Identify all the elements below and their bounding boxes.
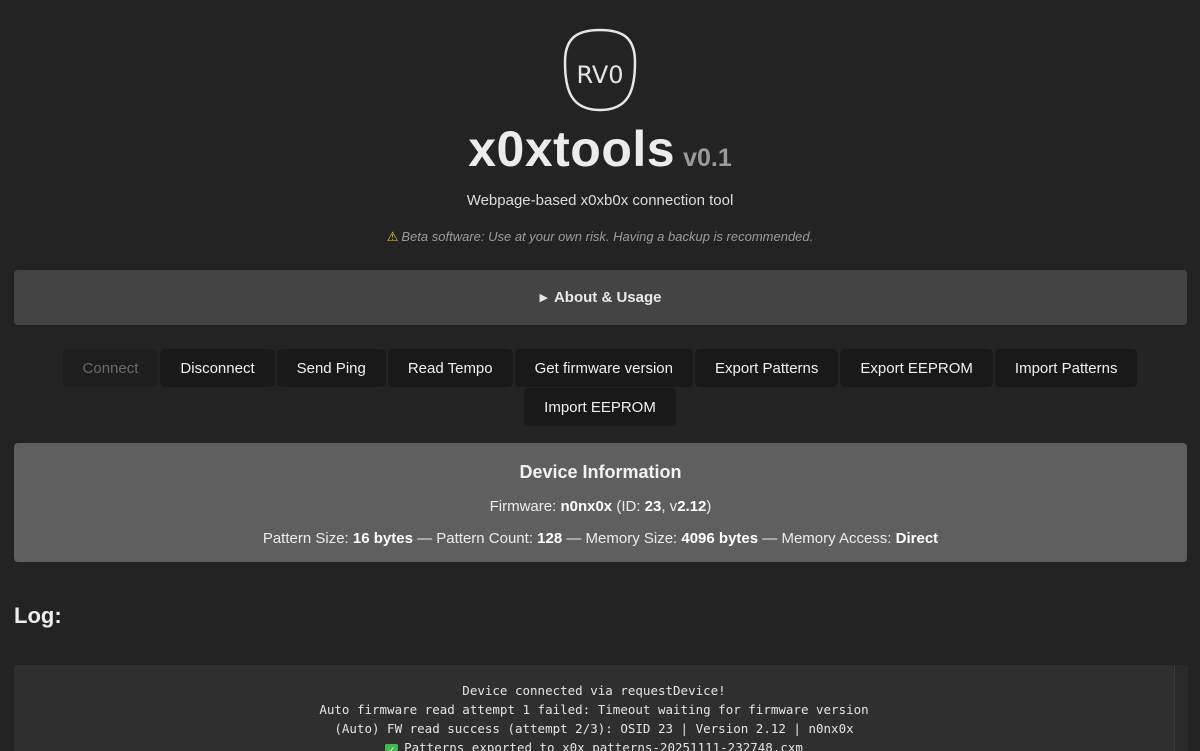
firmware-id-label: (ID: — [612, 498, 645, 515]
about-usage-label: About & Usage — [553, 289, 662, 306]
about-usage-toggle[interactable]: ▶ About & Usage — [14, 270, 1187, 325]
log-line-text: Patterns exported to x0x_patterns-202511… — [404, 740, 803, 751]
log-title: Log: — [14, 603, 62, 628]
pattern-size-value: 16 bytes — [352, 530, 413, 547]
logo-badge-icon: RV0 — [563, 28, 637, 112]
disconnect-button[interactable]: Disconnect — [160, 349, 275, 387]
log-line: (Auto) FW read success (attempt 2/3): OS… — [334, 721, 854, 736]
get-firmware-version-button[interactable]: Get firmware version — [514, 349, 693, 387]
device-information-heading: Device Information — [519, 462, 682, 482]
log-output[interactable]: Device connected via requestDevice! Auto… — [14, 665, 1174, 751]
action-buttons-row-1: Connect Disconnect Send Ping Read Tempo … — [0, 349, 1200, 387]
connect-button[interactable]: Connect — [62, 349, 159, 387]
read-tempo-button[interactable]: Read Tempo — [387, 349, 513, 387]
title-row: x0xtools v0.1 — [0, 120, 1200, 178]
import-eeprom-button[interactable]: Import EEPROM — [524, 388, 676, 426]
firmware-line: Firmware: n0nx0x (ID: 23, v2.12) — [14, 498, 1187, 515]
memory-access-value: Direct — [895, 530, 939, 547]
firmware-id-value: 23 — [644, 498, 662, 515]
app-subtitle: Webpage-based x0xb0x connection tool — [466, 192, 734, 209]
beta-warning: ⚠ Beta software: Use at your own risk. Ha… — [0, 229, 1200, 245]
warning-icon: ⚠ — [386, 229, 399, 244]
memory-access-label: — Memory Access: — [758, 530, 896, 547]
send-ping-button[interactable]: Send Ping — [276, 349, 386, 387]
page: RV0 x0xtools v0.1 Webpage-based x0xb0x co… — [0, 0, 1200, 751]
export-eeprom-button[interactable]: Export EEPROM — [840, 349, 993, 387]
rv0-logo: RV0 — [563, 28, 637, 112]
firmware-name: n0nx0x — [560, 498, 613, 515]
app-title: x0xtools — [468, 121, 676, 177]
log-line-success: ✓ Patterns exported to x0x_patterns-20251… — [14, 738, 1174, 751]
memory-size-value: 4096 bytes — [681, 530, 759, 547]
device-information-panel: Device Information Firmware: n0nx0x (ID:… — [14, 443, 1187, 562]
app-version: v0.1 — [683, 144, 732, 172]
action-buttons-row-2: Import EEPROM — [0, 388, 1200, 426]
beta-warning-text: Beta software: Use at your own risk. Hav… — [401, 229, 814, 244]
pattern-size-label: Pattern Size: — [262, 530, 353, 547]
pattern-count-value: 128 — [537, 530, 563, 547]
log-scrollbar[interactable] — [1174, 665, 1188, 751]
export-patterns-button[interactable]: Export Patterns — [695, 349, 839, 387]
check-icon: ✓ — [385, 744, 399, 751]
firmware-version-value: 2.12 — [677, 498, 707, 515]
header: RV0 x0xtools v0.1 Webpage-based x0xb0x co… — [0, 0, 1200, 245]
logo-text: RV0 — [576, 61, 623, 89]
firmware-label: Firmware: — [489, 498, 561, 515]
memory-size-label: — Memory Size: — [562, 530, 682, 547]
import-patterns-button[interactable]: Import Patterns — [994, 349, 1138, 387]
memory-line: Pattern Size: 16 bytes — Pattern Count: … — [14, 530, 1187, 547]
log-line: Auto firmware read attempt 1 failed: Tim… — [319, 702, 869, 717]
pattern-count-label: — Pattern Count: — [412, 530, 538, 547]
firmware-closing: ) — [706, 498, 712, 515]
triangle-right-icon: ▶ — [539, 292, 548, 304]
firmware-version-label: , v — [661, 498, 678, 515]
log-line: Device connected via requestDevice! — [462, 683, 726, 698]
